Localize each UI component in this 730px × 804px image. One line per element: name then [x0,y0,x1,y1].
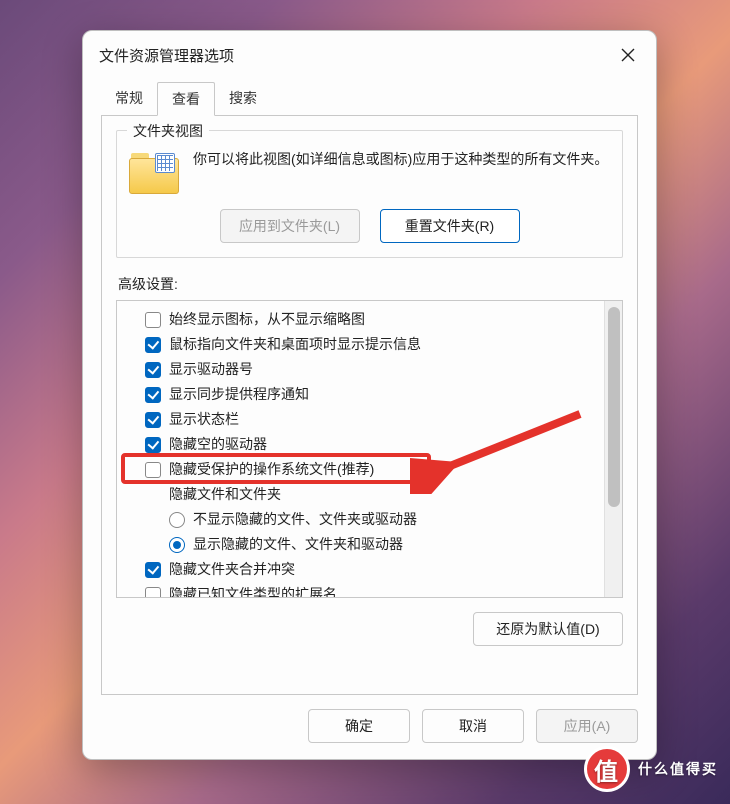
checkbox[interactable] [145,337,161,353]
list-content: 始终显示图标，从不显示缩略图鼠标指向文件夹和桌面项时显示提示信息显示驱动器号显示… [117,301,604,597]
dialog-footer: 确定 取消 应用(A) [83,695,656,759]
list-item-label: 隐藏已知文件类型的扩展名 [169,584,337,597]
folder-view-group: 文件夹视图 你可以将此视图(如详细信息或图标)应用于这种类型的所有文件夹。 应用… [116,130,623,258]
folder-view-description: 你可以将此视图(如详细信息或图标)应用于这种类型的所有文件夹。 [193,149,610,170]
titlebar: 文件资源管理器选项 [83,31,656,77]
ok-button[interactable]: 确定 [308,709,410,743]
checkbox[interactable] [145,362,161,378]
restore-defaults-button[interactable]: 还原为默认值(D) [473,612,623,646]
tab-general[interactable]: 常规 [101,82,157,116]
list-item[interactable]: 显示状态栏 [125,407,600,432]
window-title: 文件资源管理器选项 [99,45,234,66]
list-item-label: 始终显示图标，从不显示缩略图 [169,309,365,330]
advanced-settings-list: 始终显示图标，从不显示缩略图鼠标指向文件夹和桌面项时显示提示信息显示驱动器号显示… [116,300,623,598]
list-item-label: 显示状态栏 [169,409,239,430]
list-item-label: 隐藏文件夹合并冲突 [169,559,295,580]
list-item[interactable]: 隐藏空的驱动器 [125,432,600,457]
advanced-settings-label: 高级设置: [118,274,623,294]
scroll-thumb[interactable] [608,307,620,507]
list-item[interactable]: 隐藏文件夹合并冲突 [125,557,600,582]
list-item[interactable]: 隐藏受保护的操作系统文件(推荐) [125,457,600,482]
tabs: 常规 查看 搜索 [83,81,656,115]
checkbox[interactable] [145,412,161,428]
list-item-label: 隐藏空的驱动器 [169,434,267,455]
apply-to-folders-button: 应用到文件夹(L) [220,209,360,243]
list-item[interactable]: 不显示隐藏的文件、文件夹或驱动器 [125,507,600,532]
list-item[interactable]: 始终显示图标，从不显示缩略图 [125,307,600,332]
list-item: 隐藏文件和文件夹 [125,482,600,507]
list-item-label: 显示隐藏的文件、文件夹和驱动器 [193,534,403,555]
checkbox[interactable] [145,387,161,403]
radio[interactable] [169,512,185,528]
checkbox[interactable] [145,462,161,478]
close-button[interactable] [614,41,642,69]
checkbox[interactable] [145,562,161,578]
checkbox[interactable] [145,312,161,328]
list-item[interactable]: 显示隐藏的文件、文件夹和驱动器 [125,532,600,557]
list-item-label: 鼠标指向文件夹和桌面项时显示提示信息 [169,334,421,355]
tab-view[interactable]: 查看 [157,82,215,116]
close-icon [621,48,635,62]
checkbox[interactable] [145,437,161,453]
watermark: 值 什么值得买 [584,746,718,792]
checkbox[interactable] [145,587,161,598]
watermark-text: 什么值得买 [638,759,718,779]
scrollbar[interactable] [604,301,622,597]
reset-folders-button[interactable]: 重置文件夹(R) [380,209,520,243]
tab-panel-view: 文件夹视图 你可以将此视图(如详细信息或图标)应用于这种类型的所有文件夹。 应用… [101,115,638,695]
folder-options-dialog: 文件资源管理器选项 常规 查看 搜索 文件夹视图 你可以将此视图(如详细信息或图… [82,30,657,760]
cancel-button[interactable]: 取消 [422,709,524,743]
folder-icon [129,153,179,195]
folder-view-legend: 文件夹视图 [127,121,209,141]
list-item[interactable]: 显示驱动器号 [125,357,600,382]
list-item-label: 隐藏受保护的操作系统文件(推荐) [169,459,374,480]
list-item-label: 显示同步提供程序通知 [169,384,309,405]
watermark-icon: 值 [584,746,630,792]
list-item-label: 显示驱动器号 [169,359,253,380]
list-item[interactable]: 隐藏已知文件类型的扩展名 [125,582,600,597]
list-item[interactable]: 鼠标指向文件夹和桌面项时显示提示信息 [125,332,600,357]
radio[interactable] [169,537,185,553]
list-item-label: 隐藏文件和文件夹 [169,484,281,505]
tab-search[interactable]: 搜索 [215,82,271,116]
apply-button: 应用(A) [536,709,638,743]
list-item-label: 不显示隐藏的文件、文件夹或驱动器 [193,509,417,530]
list-item[interactable]: 显示同步提供程序通知 [125,382,600,407]
